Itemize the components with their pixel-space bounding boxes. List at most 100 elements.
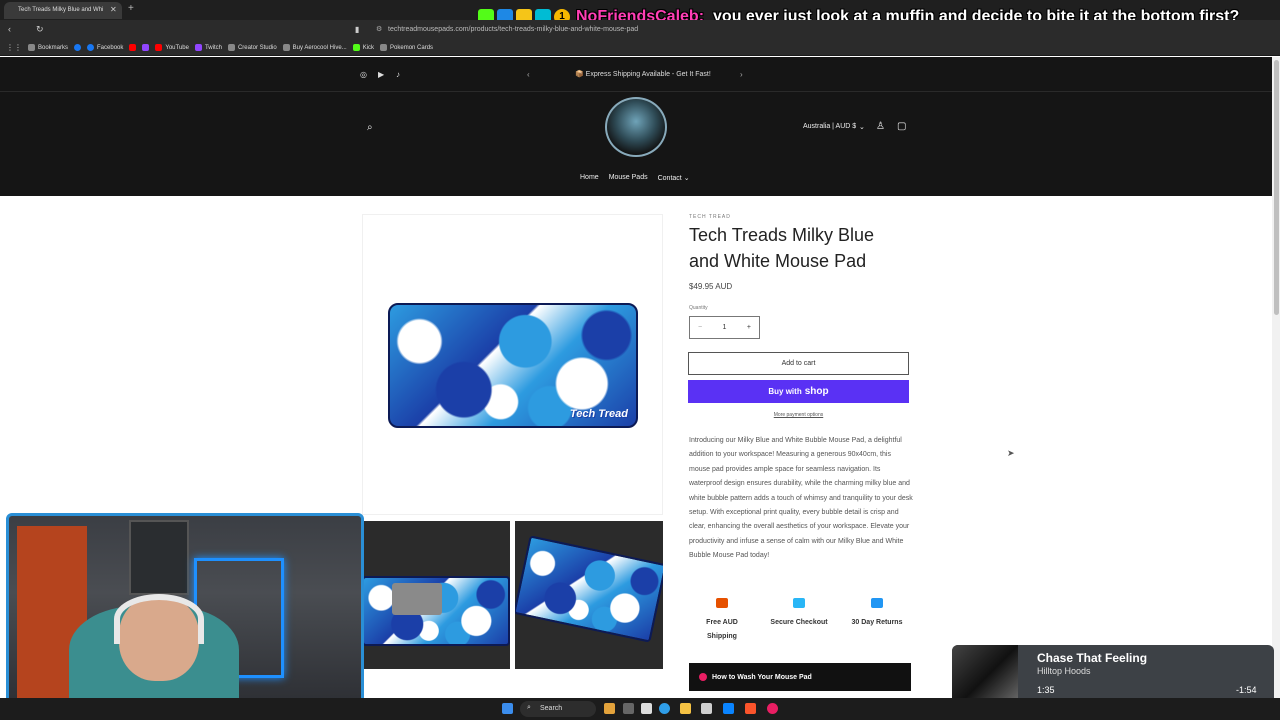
shop-logo: shop	[804, 386, 829, 397]
quantity-value[interactable]: 1	[723, 324, 727, 331]
taskbar-search[interactable]: ⌕ Search	[520, 701, 596, 717]
facebook-icon[interactable]	[74, 44, 82, 51]
nav-mouse-pads[interactable]: Mouse Pads	[609, 174, 648, 182]
bookmark-item[interactable]: Kick	[352, 44, 374, 51]
edge-icon[interactable]	[659, 703, 670, 714]
file-icon[interactable]	[641, 703, 652, 714]
facebook-icon	[87, 44, 95, 51]
bookmark-item[interactable]: Buy Aerocool Hive...	[282, 44, 347, 51]
site-header: ◎ ▶ ♪ ‹ 📦 Express Shipping Available - G…	[0, 57, 1272, 196]
time-remaining: -1:54	[1236, 685, 1257, 695]
youtube-icon[interactable]: ▶	[378, 70, 386, 79]
announcement-text: 📦 Express Shipping Available - Get It Fa…	[575, 71, 711, 78]
bookmark-item[interactable]: Twitch	[194, 44, 222, 51]
buy-with-shop-button[interactable]: Buy with shop	[688, 380, 909, 403]
new-tab-icon[interactable]: +	[128, 3, 134, 14]
feature-secure-checkout: Secure Checkout	[764, 598, 834, 630]
bookmarks-bar: ⋮⋮ Bookmarks Facebook YouTube Twitch Cre…	[0, 40, 1280, 56]
bookmark-item[interactable]: Creator Studio	[227, 44, 277, 51]
task-view-icon[interactable]	[623, 703, 634, 714]
folder-icon	[28, 44, 35, 51]
account-icon[interactable]: ♙	[876, 121, 885, 132]
twitch-icon	[194, 44, 202, 51]
artist-name: Hilltop Hoods	[1037, 666, 1091, 676]
brave-icon[interactable]	[745, 703, 756, 714]
folder-icon	[227, 44, 235, 51]
more-payment-options-link[interactable]: More payment options	[688, 412, 909, 418]
quantity-stepper: − 1 +	[689, 316, 760, 339]
increase-quantity-icon[interactable]: +	[747, 324, 751, 331]
chevron-down-icon: ⌄	[683, 175, 690, 182]
folder-icon[interactable]	[680, 703, 691, 714]
twitch-icon[interactable]	[142, 44, 150, 51]
return-icon	[871, 598, 883, 608]
product-description: Introducing our Milky Blue and White Bub…	[689, 437, 913, 560]
bookmark-item[interactable]: YouTube	[155, 44, 189, 51]
decrease-quantity-icon[interactable]: −	[698, 324, 702, 331]
nav-contact[interactable]: Contact ⌄	[658, 174, 690, 182]
search-icon[interactable]: ⌕	[367, 122, 373, 133]
browser-tab[interactable]: Tech Treads Milky Blue and Whi	[4, 2, 122, 19]
headphones-image	[114, 594, 204, 644]
scrollbar-thumb[interactable]	[1274, 60, 1279, 315]
feature-returns: 30 Day Returns	[842, 598, 912, 630]
mail-icon[interactable]	[723, 703, 734, 714]
chevron-down-icon[interactable]: ⌄	[859, 123, 865, 131]
youtube-icon	[155, 44, 163, 51]
announcement-bar: ◎ ▶ ♪ ‹ 📦 Express Shipping Available - G…	[0, 57, 1272, 92]
quantity-label: Quantity	[689, 305, 708, 311]
folder-icon	[282, 44, 290, 51]
reload-icon[interactable]: ↻	[36, 24, 44, 35]
back-icon[interactable]: ‹	[8, 24, 11, 34]
truck-icon	[716, 598, 728, 608]
main-nav: Home Mouse Pads Contact ⌄	[580, 174, 690, 182]
poster-image	[129, 520, 189, 595]
tab-title: Tech Treads Milky Blue and Whi	[18, 7, 104, 13]
bookmark-item[interactable]: Bookmarks	[28, 44, 68, 51]
region-selector[interactable]: Australia | AUD $	[803, 123, 856, 130]
mousepad-image	[515, 535, 663, 643]
info-icon	[699, 673, 707, 681]
add-to-cart-button[interactable]: Add to cart	[688, 352, 909, 375]
music-app-icon[interactable]	[767, 703, 778, 714]
widget-icon[interactable]	[604, 703, 615, 714]
product-price: $49.95 AUD	[689, 282, 733, 291]
bookmark-icon[interactable]: ▮	[355, 25, 359, 34]
nav-home[interactable]: Home	[580, 174, 599, 182]
product-thumbnail[interactable]	[515, 521, 663, 669]
chevron-right-icon[interactable]: ›	[740, 70, 748, 79]
credit-card-icon	[793, 598, 805, 608]
site-info-icon[interactable]: ⚙	[376, 25, 382, 33]
instagram-icon[interactable]: ◎	[360, 70, 368, 79]
chevron-left-icon[interactable]: ‹	[527, 70, 535, 79]
mouse-cursor-icon: ➤	[1007, 448, 1015, 458]
webcam-overlay	[6, 513, 364, 711]
wash-instructions-button[interactable]: How to Wash Your Mouse Pad	[689, 663, 911, 691]
bookmark-item[interactable]: Facebook	[87, 44, 123, 51]
search-icon: ⌕	[527, 704, 531, 711]
feature-shipping: Free AUD Shipping	[687, 598, 757, 644]
cart-icon[interactable]: ▢	[897, 121, 906, 132]
store-icon[interactable]	[701, 703, 712, 714]
windows-start-icon[interactable]	[502, 703, 513, 714]
bookmark-item[interactable]: Pokemon Cards	[380, 44, 433, 51]
tiktok-icon[interactable]: ♪	[396, 70, 404, 79]
youtube-icon[interactable]	[129, 44, 137, 51]
taskbar: ⌕ Search	[0, 698, 1280, 720]
close-tab-icon[interactable]: ✕	[110, 5, 117, 14]
mousepad-image: Tech Tread	[388, 303, 638, 428]
product-vendor: TECH TREAD	[689, 214, 731, 220]
kick-icon	[352, 44, 360, 51]
product-main-image[interactable]: Tech Tread	[362, 214, 663, 515]
product-title: Tech Treads Milky Blue and White Mouse P…	[689, 225, 875, 271]
song-title: Chase That Feeling	[1037, 651, 1148, 665]
address-bar: ‹ ↻ ▮ ⚙ techtreadmousepads.com/products/…	[0, 20, 1280, 40]
laptop-image	[392, 583, 442, 615]
pad-logo-text: Tech Tread	[569, 408, 628, 420]
product-thumbnail[interactable]	[362, 521, 510, 669]
url-field[interactable]: techtreadmousepads.com/products/tech-tre…	[388, 26, 638, 33]
time-elapsed: 1:35	[1037, 685, 1055, 695]
site-logo[interactable]	[605, 97, 667, 157]
folder-icon	[380, 44, 388, 51]
apps-icon[interactable]: ⋮⋮	[6, 43, 22, 52]
